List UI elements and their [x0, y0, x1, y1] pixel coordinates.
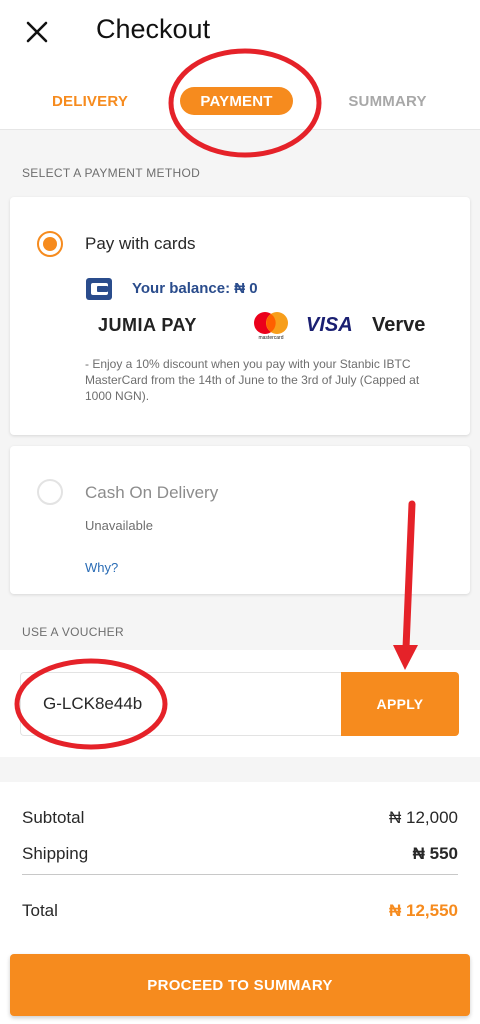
cash-on-delivery-radio[interactable] [37, 479, 63, 505]
tab-delivery[interactable]: DELIVERY [40, 87, 140, 115]
voucher-panel: APPLY [0, 650, 480, 757]
close-icon [26, 21, 48, 43]
tab-payment[interactable]: PAYMENT [180, 87, 293, 115]
tab-summary[interactable]: SUMMARY [335, 87, 440, 115]
close-button[interactable] [22, 17, 52, 47]
mastercard-caption: mastercard [258, 335, 284, 341]
voucher-input[interactable] [20, 672, 342, 736]
card-logos: JUMIA PAY mastercard VISA Verve [96, 311, 446, 341]
why-link[interactable]: Why? [85, 560, 118, 575]
proceed-to-summary-button[interactable]: PROCEED TO SUMMARY [10, 954, 470, 1016]
promo-text: - Enjoy a 10% discount when you pay with… [85, 357, 420, 403]
page-title: Checkout [96, 14, 211, 44]
cash-on-delivery-label: Cash On Delivery [85, 483, 219, 502]
apply-voucher-button[interactable]: APPLY [341, 672, 459, 736]
wallet-balance: Your balance: ₦ 0 [132, 280, 258, 297]
payment-section-label: SELECT A PAYMENT METHOD [22, 166, 201, 180]
totals-divider [22, 874, 458, 875]
total-label: Total [22, 901, 58, 920]
voucher-section-label: USE A VOUCHER [22, 625, 124, 639]
pay-with-cards-label: Pay with cards [85, 234, 196, 253]
pay-with-cards-radio[interactable] [37, 231, 63, 257]
shipping-value: ₦ 550 [412, 844, 458, 863]
cash-on-delivery-status: Unavailable [85, 518, 153, 533]
mastercard-logo [254, 312, 288, 334]
subtotal-value: ₦ 12,000 [389, 808, 458, 827]
cash-on-delivery-option[interactable]: Cash On Delivery Unavailable Why? [10, 446, 470, 594]
verve-logo: Verve [372, 314, 426, 336]
wallet-icon [86, 278, 112, 300]
shipping-label: Shipping [22, 844, 89, 863]
total-value: ₦ 12,550 [389, 901, 458, 920]
pay-with-cards-option[interactable]: Pay with cards Your balance: ₦ 0 JUMIA P… [10, 197, 470, 435]
visa-logo: VISA [306, 314, 353, 336]
order-totals: Subtotal ₦ 12,000 Shipping ₦ 550 Total ₦… [0, 782, 480, 1024]
subtotal-label: Subtotal [22, 808, 85, 827]
checkout-header: Checkout DELIVERY PAYMENT SUMMARY [0, 0, 480, 130]
jumia-pay-logo: JUMIA PAY [98, 315, 197, 335]
